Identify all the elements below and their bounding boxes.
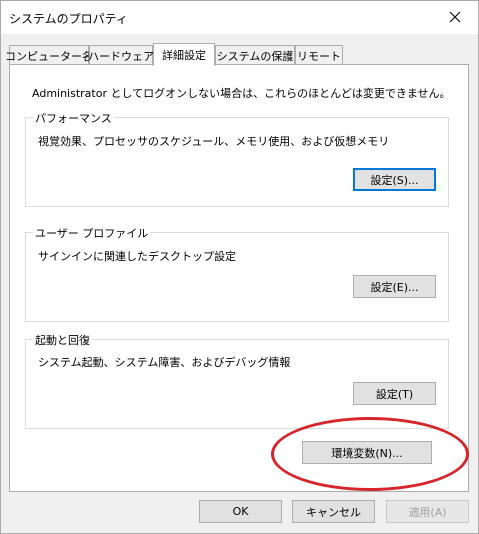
cancel-button[interactable]: キャンセル [292, 500, 375, 523]
tab-hardware[interactable]: ハードウェア [88, 45, 154, 65]
environment-variables-button[interactable]: 環境変数(N)... [302, 441, 432, 464]
user-profile-group: ユーザー プロファイル サインインに関連したデスクトップ設定 設定(E)... [25, 225, 449, 322]
startup-recovery-label: 起動と回復 [33, 332, 92, 348]
close-button[interactable] [432, 1, 478, 32]
performance-label: パフォーマンス [33, 110, 114, 126]
system-properties-window: システムのプロパティ コンピューター名 ハードウェア 詳細設定 システムの保護 … [0, 0, 479, 534]
title-bar[interactable]: システムのプロパティ [1, 1, 478, 34]
performance-settings-button[interactable]: 設定(S)... [353, 168, 436, 191]
performance-description: 視覚効果、プロセッサのスケジュール、メモリ使用、および仮想メモリ [38, 135, 390, 148]
startup-recovery-settings-button[interactable]: 設定(T) [353, 382, 436, 405]
close-icon [449, 11, 461, 22]
tab-computer-name[interactable]: コンピューター名 [5, 45, 93, 65]
user-profile-description: サインインに関連したデスクトップ設定 [38, 250, 236, 263]
tab-remote[interactable]: リモート [295, 45, 343, 65]
tab-advanced[interactable]: 詳細設定 [153, 43, 215, 66]
ok-button[interactable]: OK [199, 500, 282, 523]
advanced-panel: Administrator としてログオンしない場合は、これらのほとんどは変更で… [9, 64, 469, 492]
startup-recovery-group: 起動と回復 システム起動、システム障害、およびデバッグ情報 設定(T) [25, 332, 449, 429]
user-profile-label: ユーザー プロファイル [33, 225, 151, 241]
performance-group: パフォーマンス 視覚効果、プロセッサのスケジュール、メモリ使用、および仮想メモリ… [25, 110, 449, 207]
admin-notice: Administrator としてログオンしない場合は、これらのほとんどは変更で… [32, 87, 451, 100]
startup-recovery-description: システム起動、システム障害、およびデバッグ情報 [38, 356, 291, 369]
window-title: システムのプロパティ [9, 12, 128, 26]
tab-system-protection[interactable]: システムの保護 [215, 45, 295, 65]
apply-button[interactable]: 適用(A) [386, 500, 469, 523]
user-profile-settings-button[interactable]: 設定(E)... [353, 275, 436, 298]
